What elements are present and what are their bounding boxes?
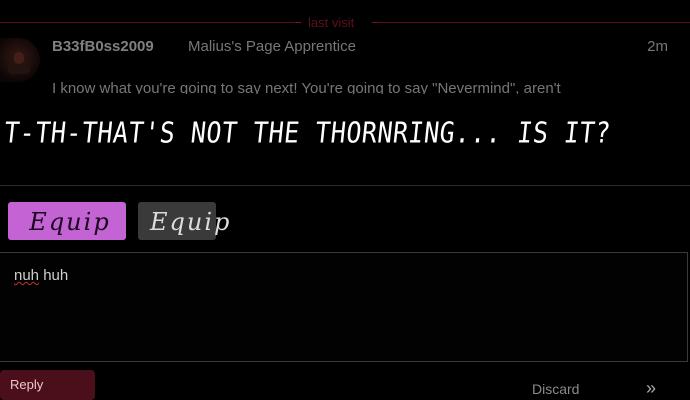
avatar-figure-head [14, 52, 24, 64]
post-timestamp[interactable]: 2m [647, 38, 668, 55]
composer-value[interactable]: nuh huh [14, 267, 68, 284]
divider-cap-right [372, 22, 377, 23]
composer-word: huh [39, 267, 69, 284]
expand-chevron-icon[interactable]: » [646, 378, 656, 399]
reply-label: Reply [10, 377, 44, 392]
divider-line-right [372, 22, 690, 23]
post-body: I know what you're going to say next! Yo… [52, 82, 662, 94]
section-separator [0, 185, 690, 186]
post-body-text: I know what you're going to say next! Yo… [52, 82, 561, 94]
avatar[interactable] [0, 38, 40, 82]
equip-button-primary[interactable]: Equip [8, 202, 126, 240]
post-user-title: Malius's Page Apprentice [188, 38, 356, 55]
handwritten-caption: T-TH-THAT'S NOT THE THORNRING... IS IT? [2, 116, 613, 150]
discard-button[interactable]: Discard [532, 381, 579, 397]
post-username[interactable]: B33fB0ss2009 [52, 38, 154, 55]
last-visit-label: last visit [308, 15, 355, 30]
avatar-figure-body [8, 64, 30, 74]
divider-line-left [0, 22, 298, 23]
last-visit-divider: last visit [0, 14, 690, 30]
divider-cap-left [296, 22, 301, 23]
misspelled-word: nuh [14, 267, 40, 284]
reply-composer[interactable]: nuh huh [0, 252, 688, 362]
equip-button-secondary[interactable]: Equip [138, 202, 229, 240]
reply-button[interactable]: Reply [0, 370, 95, 400]
